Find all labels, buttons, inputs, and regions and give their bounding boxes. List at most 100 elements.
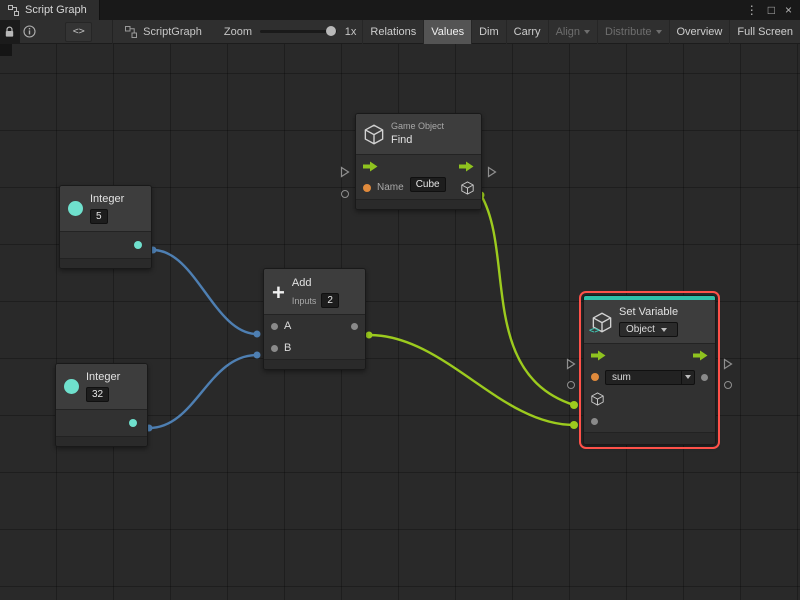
node-footer — [584, 432, 715, 444]
control-input-indicator — [340, 166, 350, 181]
variable-name-dropdown[interactable]: sum — [605, 369, 695, 385]
wire-integer5-to-add-a[interactable] — [152, 248, 258, 336]
name-output-port[interactable] — [701, 373, 708, 381]
flow-out-arrow-icon[interactable] — [459, 161, 474, 172]
sum-output-port[interactable] — [351, 322, 358, 330]
info-button[interactable] — [20, 20, 40, 44]
integer-type-icon — [64, 379, 79, 394]
node-body: Name Cube — [356, 154, 481, 199]
zoom-slider[interactable] — [260, 26, 337, 36]
node-footer — [60, 258, 151, 268]
flow-out-arrow-icon[interactable] — [693, 350, 708, 361]
variable-scope-dropdown[interactable]: Object — [619, 322, 679, 337]
control-output-indicator — [723, 358, 733, 373]
node-category: Game Object — [391, 121, 445, 131]
node-footer — [356, 199, 481, 209]
input-port-a[interactable] — [271, 322, 278, 330]
integer-value-field[interactable]: 32 — [86, 387, 110, 402]
integer-type-icon — [68, 201, 83, 216]
code-view-button[interactable]: <> — [65, 21, 93, 42]
wire-find-to-setvariable[interactable] — [479, 194, 575, 407]
tab-title: Script Graph — [25, 4, 87, 16]
align-button[interactable]: Align — [547, 19, 597, 44]
integer-value-field[interactable]: 5 — [90, 209, 108, 224]
chevron-down-icon — [685, 375, 691, 379]
result-gameobject-port-icon[interactable] — [461, 181, 474, 195]
wire-endpoint — [365, 331, 373, 339]
port-a-label: A — [284, 320, 292, 332]
node-add[interactable]: + Add Inputs 2 A B — [263, 268, 366, 370]
inputs-count-field[interactable]: 2 — [321, 293, 339, 308]
wire-add-to-setvariable[interactable] — [368, 333, 575, 427]
titlebar-spacer — [100, 0, 746, 20]
wire-integer32-to-add-b[interactable] — [148, 353, 258, 430]
node-integer-32[interactable]: Integer 32 — [55, 363, 148, 447]
wire-endpoint — [570, 421, 578, 429]
toolbar-separator — [112, 19, 114, 44]
name-input-port[interactable] — [363, 184, 371, 192]
output-port[interactable] — [129, 419, 137, 427]
node-footer — [264, 359, 365, 369]
align-label: Align — [555, 25, 581, 38]
value-input-port[interactable] — [591, 417, 598, 425]
value-input-indicator — [567, 381, 575, 389]
node-integer-5[interactable]: Integer 5 — [59, 185, 152, 269]
node-body: A B — [264, 314, 365, 359]
name-label: Name — [377, 182, 404, 193]
flow-in-arrow-icon[interactable] — [591, 350, 606, 361]
variable-name-value: sum — [612, 371, 631, 383]
zoom-value: 1x — [344, 25, 357, 38]
node-body: sum — [584, 343, 715, 432]
graph-section: ScriptGraph — [119, 25, 202, 38]
distribute-label: Distribute — [605, 25, 652, 38]
variable-name-port[interactable] — [591, 373, 599, 381]
lock-button[interactable] — [0, 19, 20, 44]
distribute-button[interactable]: Distribute — [597, 19, 668, 44]
flow-in-arrow-icon[interactable] — [363, 161, 378, 172]
node-gameobject-find[interactable]: Game Object Find Name Cube — [340, 113, 497, 210]
info-icon — [23, 25, 36, 38]
node-title: Find — [391, 134, 413, 146]
relations-button[interactable]: Relations — [362, 19, 423, 44]
node-header: Integer 5 — [60, 186, 151, 231]
node-header: Game Object Find — [356, 114, 481, 154]
fullscreen-button[interactable]: Full Screen — [729, 19, 800, 44]
add-icon: + — [272, 279, 285, 305]
node-header: Integer 32 — [56, 364, 147, 409]
chevron-down-icon — [655, 29, 662, 34]
values-button[interactable]: Values — [423, 19, 472, 44]
node-footer — [56, 436, 147, 446]
code-badge-icon: <> — [589, 325, 600, 336]
tab-script-graph[interactable]: Script Graph — [0, 0, 100, 20]
node-set-variable[interactable]: <> Set Variable Object sum — [566, 291, 733, 449]
dim-button[interactable]: Dim — [471, 19, 506, 44]
script-graph-icon — [8, 4, 19, 16]
zoom-slider-handle[interactable] — [325, 26, 336, 36]
output-port[interactable] — [134, 241, 142, 249]
canvas-corner — [0, 44, 12, 56]
node-header: <> Set Variable Object — [584, 300, 715, 343]
toolbar-buttons: Relations Values Dim Carry Align Distrib… — [362, 19, 800, 44]
node-body — [60, 231, 151, 258]
graph-toolbar: <> ScriptGraph Zoom 1x Relations Values … — [0, 19, 800, 44]
window-menu-icon[interactable]: ⋮ — [746, 4, 758, 16]
unity-visual-scripting-window: Script Graph ⋮ □ × <> ScriptGraph Zoom 1… — [0, 0, 800, 600]
node-title: Integer — [86, 371, 121, 383]
node-body — [56, 409, 147, 436]
carry-button[interactable]: Carry — [505, 19, 548, 44]
chevron-down-icon — [584, 29, 591, 34]
graph-name: ScriptGraph — [143, 25, 202, 38]
name-value-field[interactable]: Cube — [409, 177, 446, 192]
maximize-icon[interactable]: □ — [768, 4, 775, 16]
graph-canvas[interactable]: Integer 5 Integer 32 + Add Inputs 2 A B … — [0, 44, 800, 600]
value-input-indicator — [341, 190, 349, 198]
control-output-indicator — [487, 166, 497, 181]
close-icon[interactable]: × — [785, 4, 792, 16]
node-title: Add — [291, 277, 312, 289]
gameobject-cube-icon — [364, 124, 384, 144]
input-port-b[interactable] — [271, 344, 278, 352]
overview-button[interactable]: Overview — [668, 19, 730, 44]
wire-endpoint — [253, 330, 261, 338]
target-object-port-icon[interactable] — [591, 392, 604, 406]
scope-value: Object — [626, 324, 655, 335]
